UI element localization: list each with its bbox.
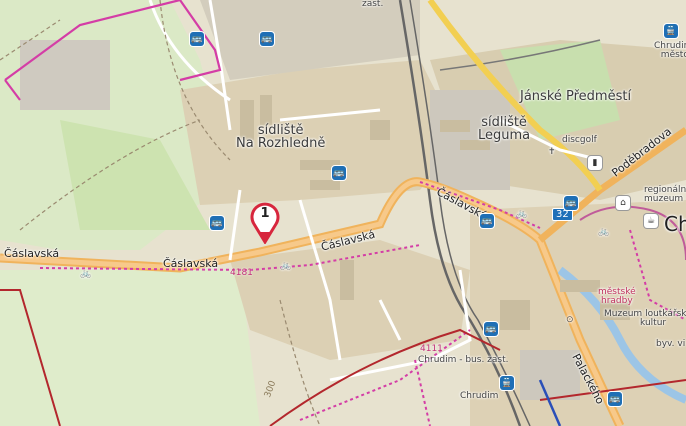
bus-stop-icon[interactable]: 🚌 — [332, 166, 346, 180]
train-station-icon[interactable]: 🚆 — [664, 24, 678, 38]
train-station-icon[interactable]: 🚆 — [500, 376, 514, 390]
label-chrudim-mesto: Chrudim- město — [654, 41, 686, 60]
road-number-4181: 4181 — [230, 268, 253, 278]
label-discgolf: discgolf — [562, 135, 597, 145]
bus-stop-icon[interactable]: 🚌 — [564, 196, 578, 210]
bicycle-icon: 🚲 — [516, 209, 528, 219]
bus-stop-icon[interactable]: 🚌 — [480, 214, 494, 228]
bus-stop-icon[interactable]: 🚌 — [190, 32, 204, 46]
bicycle-icon: 🚲 — [598, 227, 610, 237]
label-regionalni-muzeum: regionální muzeum — [644, 185, 686, 204]
label-chrudim-station: Chrudim — [460, 391, 499, 401]
info-icon: ▮ — [588, 156, 602, 170]
bicycle-icon: 🚲 — [80, 269, 92, 279]
label-chrudim-bus: Chrudim - bus. zast. — [418, 355, 509, 365]
bus-stop-icon[interactable]: 🚌 — [260, 32, 274, 46]
marker-number: 1 — [260, 206, 270, 221]
map-canvas[interactable]: zast. Chrudim- město Jánské Předměstí sí… — [0, 0, 686, 426]
bus-stop-icon[interactable]: 🚌 — [210, 216, 224, 230]
museum-icon: ⌂ — [616, 196, 630, 210]
label-sidliste-leguma: sídliště Leguma — [478, 115, 531, 143]
label-byv: byv. vi — [656, 339, 686, 349]
bus-stop-icon[interactable]: 🚌 — [484, 322, 498, 336]
label-caslavska-west: Čáslavská — [4, 247, 60, 260]
cafe-icon: ☕ — [644, 214, 658, 228]
label-chrudim-city: Ch — [664, 212, 686, 236]
map-marker-pin[interactable]: 1 — [248, 200, 282, 245]
church-icon: ✝ — [548, 147, 556, 157]
label-mestske-hradby: městské hradby — [598, 287, 636, 306]
label-janske-predmesti: Jánské Předměstí — [520, 89, 632, 104]
bicycle-icon: 🚲 — [280, 261, 292, 271]
label-muzeum-loutkarskych: Muzeum loutkářských kultur — [604, 309, 686, 328]
road-number-4111: 4111 — [420, 344, 443, 354]
label-sidliste-na-rozhledne: sídliště Na Rozhledně — [236, 123, 326, 151]
bus-stop-icon[interactable]: 🚌 — [608, 392, 622, 406]
viewpoint-icon: ⊙ — [566, 315, 574, 325]
label-zast-top: zast. — [362, 0, 384, 9]
label-caslavska-mid: Čáslavská — [163, 257, 219, 270]
